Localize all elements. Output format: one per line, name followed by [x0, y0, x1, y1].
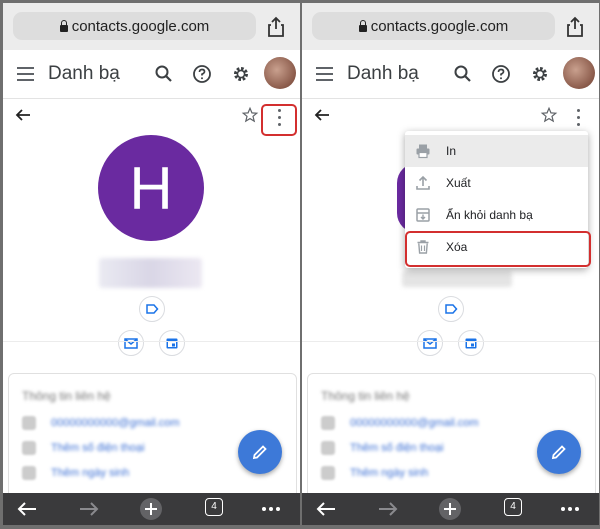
pencil-icon [551, 445, 566, 460]
new-tab-icon[interactable] [139, 497, 163, 521]
more-menu-icon[interactable] [558, 497, 582, 521]
star-icon[interactable] [241, 106, 259, 124]
highlight-delete-item [405, 231, 591, 267]
label-button[interactable] [139, 296, 165, 322]
more-menu-icon[interactable] [259, 497, 283, 521]
mail-icon [124, 338, 138, 349]
address-field[interactable]: contacts.google.com [312, 12, 555, 40]
highlight-more-options [261, 104, 297, 136]
card-row-text: Thêm ngày sinh [51, 467, 130, 479]
more-options-icon[interactable] [570, 105, 586, 129]
calendar-icon [465, 338, 477, 349]
export-icon [416, 175, 430, 190]
tab-count: 4 [510, 501, 516, 512]
phone-icon [321, 441, 335, 455]
card-row-text: Thêm ngày sinh [350, 467, 429, 479]
contact-name-blurred [402, 271, 512, 287]
cake-icon [22, 466, 36, 480]
mail-icon [423, 338, 437, 349]
label-icon [445, 304, 458, 314]
card-row-text: Thêm số điện thoại [51, 442, 145, 454]
menu-icon[interactable] [17, 67, 34, 81]
cake-icon [321, 466, 335, 480]
share-icon[interactable] [565, 16, 585, 38]
app-title: Danh bạ [48, 63, 120, 84]
edit-fab-button[interactable] [238, 430, 282, 474]
back-arrow-icon[interactable] [314, 107, 330, 123]
account-avatar[interactable] [563, 57, 595, 89]
contact-initial: H [129, 154, 173, 222]
header-divider [3, 98, 300, 99]
browser-bottom-bar: 4 [3, 493, 300, 525]
back-arrow-icon[interactable] [15, 107, 31, 123]
calendar-icon [166, 338, 178, 349]
section-divider [3, 341, 300, 342]
contact-avatar: H [98, 135, 204, 241]
section-divider [302, 341, 599, 342]
menu-icon[interactable] [316, 67, 333, 81]
search-icon[interactable] [154, 64, 174, 84]
pencil-icon [252, 445, 267, 460]
header-divider [302, 98, 599, 99]
label-icon [146, 304, 159, 314]
contact-toolbar [3, 103, 300, 131]
archive-icon [416, 208, 430, 222]
search-icon[interactable] [453, 64, 473, 84]
browser-url-bar: contacts.google.com [302, 3, 599, 50]
help-icon[interactable] [491, 64, 511, 84]
card-row-text: 00000000000@gmail.com [350, 417, 479, 429]
account-avatar[interactable] [264, 57, 296, 89]
menu-item-hide[interactable]: Ẩn khỏi danh bạ [405, 199, 588, 231]
label-button[interactable] [438, 296, 464, 322]
phone-icon [22, 441, 36, 455]
menu-item-export[interactable]: Xuất [405, 167, 588, 199]
contact-name-blurred [99, 258, 202, 288]
mail-icon [22, 416, 36, 430]
phone-screenshot-right: contacts.google.com Danh bạ Thông tin li… [302, 3, 599, 525]
edit-fab-button[interactable] [537, 430, 581, 474]
forward-icon[interactable] [77, 497, 101, 521]
url-text: contacts.google.com [370, 17, 509, 35]
help-icon[interactable] [192, 64, 212, 84]
tab-switcher-button[interactable]: 4 [504, 498, 522, 516]
card-title: Thông tin liên hệ [321, 389, 410, 403]
back-icon[interactable] [314, 497, 338, 521]
print-icon [416, 144, 430, 159]
menu-item-label: Xuất [446, 176, 471, 190]
settings-icon[interactable] [231, 64, 251, 84]
lock-icon [59, 19, 68, 32]
email-button[interactable] [118, 330, 144, 356]
star-icon[interactable] [540, 106, 558, 124]
menu-item-label: Ẩn khỏi danh bạ [446, 208, 533, 222]
email-button[interactable] [417, 330, 443, 356]
app-header: Danh bạ [3, 50, 300, 98]
browser-url-bar: contacts.google.com [3, 3, 300, 50]
card-title: Thông tin liên hệ [22, 389, 111, 403]
back-icon[interactable] [15, 497, 39, 521]
url-text: contacts.google.com [71, 17, 210, 35]
tab-switcher-button[interactable]: 4 [205, 498, 223, 516]
calendar-button[interactable] [458, 330, 484, 356]
contact-toolbar [302, 103, 599, 131]
menu-item-label: In [446, 144, 457, 158]
menu-item-print[interactable]: In [405, 135, 588, 167]
browser-bottom-bar: 4 [302, 493, 599, 525]
tab-count: 4 [211, 501, 217, 512]
card-row-text: Thêm số điện thoại [350, 442, 444, 454]
calendar-button[interactable] [159, 330, 185, 356]
app-title: Danh bạ [347, 63, 419, 84]
phone-screenshot-left: contacts.google.com Danh bạ H Thông tin … [3, 3, 300, 525]
app-header: Danh bạ [302, 50, 599, 98]
mail-icon [321, 416, 335, 430]
new-tab-icon[interactable] [438, 497, 462, 521]
forward-icon[interactable] [376, 497, 400, 521]
lock-icon [358, 19, 367, 32]
address-field[interactable]: contacts.google.com [13, 12, 256, 40]
settings-icon[interactable] [530, 64, 550, 84]
share-icon[interactable] [266, 16, 286, 38]
card-row-text: 00000000000@gmail.com [51, 417, 180, 429]
